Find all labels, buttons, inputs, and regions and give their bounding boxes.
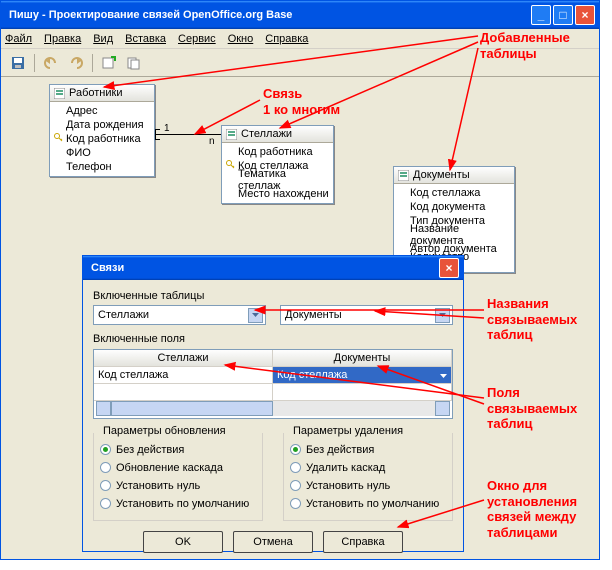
cancel-button[interactable]: Отмена <box>233 531 313 553</box>
radio-update-cascade[interactable]: Обновление каскада <box>100 460 256 475</box>
app-title: Пишу - Проектирование связей OpenOffice.… <box>9 9 292 21</box>
radio-update-null[interactable]: Установить нуль <box>100 478 256 493</box>
table-workers[interactable]: Работники Адрес Дата рождения Код работн… <box>49 84 155 177</box>
menu-file[interactable]: Файл <box>5 33 32 45</box>
field-item[interactable]: Код работника <box>66 133 141 145</box>
delete-legend: Параметры удаления <box>290 425 406 437</box>
dialog-titlebar[interactable]: Связи × <box>83 256 463 280</box>
menu-insert[interactable]: Вставка <box>125 33 166 45</box>
radio-update-default[interactable]: Установить по умолчанию <box>100 496 256 511</box>
radio-delete-default[interactable]: Установить по умолчанию <box>290 496 446 511</box>
grid-header-right: Документы <box>273 350 452 367</box>
menu-tools[interactable]: Сервис <box>178 33 216 45</box>
annot-field-names: Полясвязываемыхтаблиц <box>487 385 577 432</box>
close-button[interactable]: × <box>575 5 595 25</box>
grid-header-left: Стеллажи <box>94 350 273 367</box>
annot-table-names: Названиясвязываемыхтаблиц <box>487 296 577 343</box>
update-options-group: Параметры обновления Без действия Обновл… <box>93 433 263 521</box>
field-item[interactable]: Адрес <box>66 105 98 117</box>
table-title: Стеллажи <box>241 128 292 140</box>
update-legend: Параметры обновления <box>100 425 229 437</box>
radio-update-none[interactable]: Без действия <box>100 442 256 457</box>
field-item[interactable]: Место нахождени <box>238 188 329 200</box>
field-item[interactable]: Код стеллажа <box>410 187 480 199</box>
radio-delete-none[interactable]: Без действия <box>290 442 446 457</box>
dialog-close-button[interactable]: × <box>439 258 459 278</box>
included-fields-label: Включенные поля <box>93 333 453 345</box>
menu-window[interactable]: Окно <box>228 33 254 45</box>
add-tables-icon[interactable] <box>123 52 145 74</box>
annot-added-tables: Добавленныетаблицы <box>480 30 570 61</box>
field-item[interactable]: Телефон <box>66 161 112 173</box>
help-button[interactable]: Справка <box>323 531 403 553</box>
radio-delete-cascade[interactable]: Удалить каскад <box>290 460 446 475</box>
table-title: Работники <box>69 87 122 99</box>
field-item[interactable]: Дата рождения <box>66 119 144 131</box>
grid-scrollbar[interactable] <box>96 401 450 416</box>
minimize-button[interactable]: _ <box>531 5 551 25</box>
main-titlebar[interactable]: Пишу - Проектирование связей OpenOffice.… <box>1 1 599 29</box>
grid-cell-left[interactable]: Код стеллажа <box>94 367 273 384</box>
menu-help[interactable]: Справка <box>265 33 308 45</box>
ok-button[interactable]: OK <box>143 531 223 553</box>
maximize-button[interactable]: □ <box>553 5 573 25</box>
dialog-title: Связи <box>91 262 124 274</box>
menu-view[interactable]: Вид <box>93 33 113 45</box>
combo-table-left[interactable]: Стеллажи <box>93 305 266 325</box>
field-item[interactable]: Код работника <box>238 146 313 158</box>
chevron-down-icon[interactable] <box>435 308 450 323</box>
combo-table-right[interactable]: Документы <box>280 305 453 325</box>
undo-icon[interactable] <box>40 52 62 74</box>
field-grid[interactable]: Стеллажи Документы Код стеллажа Код стел… <box>93 349 453 419</box>
field-item[interactable]: ФИО <box>66 147 91 159</box>
relation-connector[interactable] <box>155 134 221 135</box>
annot-dialog: Окно дляустановлениясвязей междутаблицам… <box>487 478 577 540</box>
relation-label-n: n <box>209 136 215 147</box>
relations-dialog[interactable]: Связи × Включенные таблицы Стеллажи Доку… <box>82 255 464 552</box>
new-relation-icon[interactable] <box>98 52 120 74</box>
save-icon[interactable] <box>7 52 29 74</box>
relation-label-1: 1 <box>164 123 170 134</box>
table-title: Документы <box>413 169 470 181</box>
menu-edit[interactable]: Правка <box>44 33 81 45</box>
redo-icon[interactable] <box>65 52 87 74</box>
table-racks[interactable]: Стеллажи Код работника Код стеллажа Тема… <box>221 125 334 204</box>
delete-options-group: Параметры удаления Без действия Удалить … <box>283 433 453 521</box>
chevron-down-icon[interactable] <box>248 308 263 323</box>
annot-relation: Связь1 ко многим <box>263 86 340 117</box>
field-item[interactable]: Код документа <box>410 201 485 213</box>
included-tables-label: Включенные таблицы <box>93 290 453 302</box>
grid-cell-right[interactable]: Код стеллажа <box>273 367 452 384</box>
radio-delete-null[interactable]: Установить нуль <box>290 478 446 493</box>
